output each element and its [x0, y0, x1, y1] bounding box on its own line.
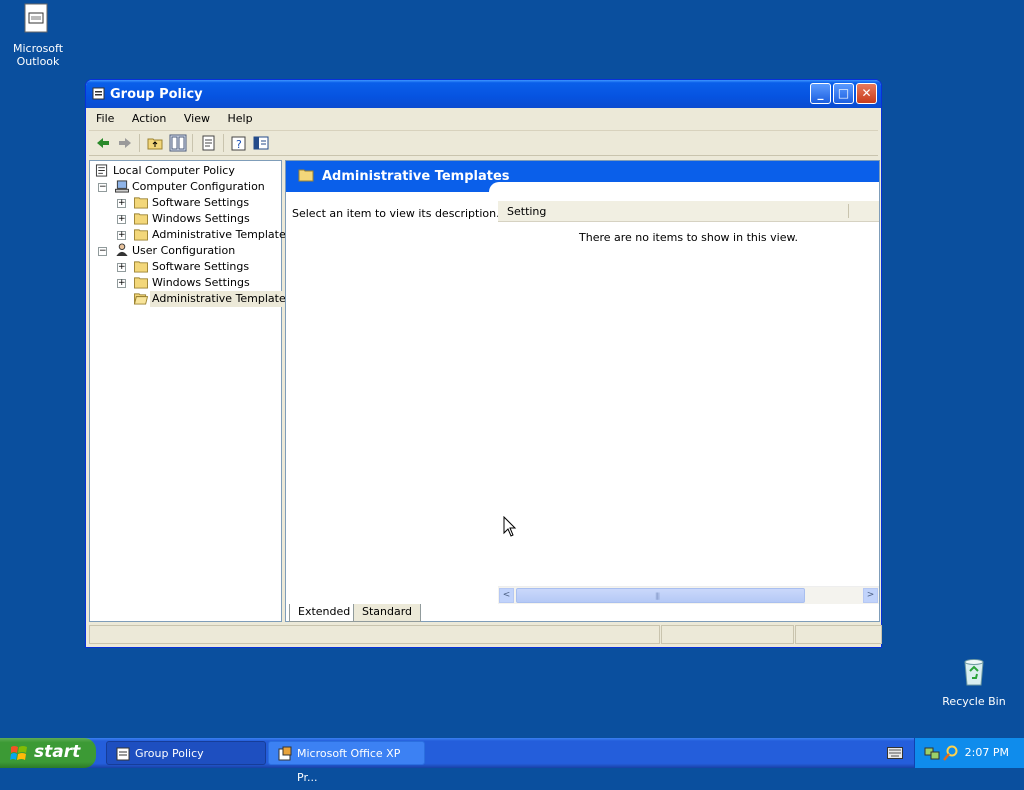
column-header-setting[interactable]: Setting: [507, 205, 546, 218]
folder-icon: [134, 197, 148, 209]
expand-toggle[interactable]: +: [117, 231, 126, 240]
tree-label: Administrative Templates: [152, 228, 292, 241]
folder-icon: [298, 169, 314, 182]
menu-view[interactable]: View: [177, 108, 217, 125]
keyboard-icon[interactable]: [887, 747, 903, 759]
details-pane: Administrative Templates Select an item …: [285, 160, 880, 622]
back-arrow-icon[interactable]: [94, 134, 112, 152]
banner-title: Administrative Templates: [322, 169, 510, 184]
menu-file[interactable]: File: [89, 108, 121, 125]
toolbar-separator: [223, 134, 224, 152]
desktop-icon-outlook[interactable]: Microsoft Outlook: [0, 3, 76, 68]
network-icon[interactable]: [924, 745, 940, 761]
expand-toggle[interactable]: +: [117, 199, 126, 208]
empty-list-message: There are no items to show in this view.: [579, 231, 798, 244]
expand-toggle[interactable]: +: [117, 263, 126, 272]
start-button[interactable]: start: [0, 738, 96, 768]
menu-bar: File Action View Help: [89, 108, 878, 131]
windows-logo-icon: [10, 746, 27, 760]
close-button[interactable]: ✕: [856, 83, 877, 104]
column-divider[interactable]: [848, 204, 849, 218]
mouse-cursor-icon: [503, 516, 517, 537]
task-label: Microsoft Office XP Pr...: [297, 747, 401, 784]
up-folder-icon[interactable]: [146, 134, 164, 152]
minimize-button[interactable]: _: [810, 83, 831, 104]
title-bar[interactable]: Group Policy _ □ ✕: [86, 80, 881, 108]
tree-label: User Configuration: [132, 244, 236, 257]
help-icon[interactable]: ?: [230, 134, 248, 152]
horizontal-scrollbar[interactable]: < ||| >: [498, 586, 879, 604]
desktop-icon-recycle-bin[interactable]: Recycle Bin: [936, 656, 1012, 708]
task-label: Group Policy: [135, 747, 204, 760]
status-panel: [661, 625, 794, 644]
tree-label: Computer Configuration: [132, 180, 265, 193]
recycle-bin-icon: [964, 659, 984, 686]
maximize-button[interactable]: □: [833, 83, 854, 104]
status-panel: [795, 625, 882, 644]
export-list-icon[interactable]: [200, 134, 218, 152]
window-title: Group Policy: [110, 87, 203, 102]
tab-extended[interactable]: Extended: [289, 604, 360, 622]
scroll-right-button[interactable]: >: [863, 588, 878, 603]
menu-help[interactable]: Help: [220, 108, 259, 125]
computer-icon: [115, 180, 129, 193]
taskbar: start Group Policy Microsoft Office XP P…: [0, 738, 1024, 784]
policy-icon: [95, 164, 108, 177]
details-banner: Administrative Templates: [286, 161, 879, 192]
tree-label: Administrative Templates: [150, 291, 294, 307]
group-policy-icon: [116, 747, 130, 761]
scroll-left-button[interactable]: <: [499, 588, 514, 603]
desktop-icon-label: Microsoft Outlook: [12, 42, 64, 68]
clock[interactable]: 2:07 PM: [965, 746, 1009, 759]
tree-label: Local Computer Policy: [113, 164, 235, 177]
menu-action[interactable]: Action: [125, 108, 173, 125]
expand-toggle[interactable]: +: [117, 279, 126, 288]
user-icon: [116, 243, 128, 256]
folder-icon: [134, 261, 148, 273]
desktop-icon-label: Recycle Bin: [942, 695, 1006, 708]
status-bar: [89, 625, 882, 645]
folder-icon: [134, 277, 148, 289]
expand-toggle[interactable]: +: [117, 215, 126, 224]
svg-text:?: ?: [236, 138, 242, 151]
show-hide-tree-icon[interactable]: [169, 134, 187, 152]
search-icon[interactable]: [943, 745, 959, 761]
system-tray: 2:07 PM: [914, 738, 1024, 768]
taskbar-button-office-xp[interactable]: Microsoft Office XP Pr...: [268, 741, 425, 784]
folder-icon: [134, 229, 148, 241]
collapse-toggle[interactable]: −: [98, 183, 107, 192]
toolbar-separator: [139, 134, 140, 152]
banner-curve: [489, 182, 879, 192]
tab-standard[interactable]: Standard: [353, 604, 422, 622]
tree-label: Software Settings: [152, 260, 250, 273]
tree-label: Windows Settings: [152, 212, 250, 225]
group-policy-window: Group Policy _ □ ✕ File Action View Help: [85, 79, 882, 648]
open-folder-icon: [133, 293, 149, 305]
tree-pane: Local Computer Policy − Computer Configu…: [89, 160, 294, 622]
group-policy-icon: [92, 87, 105, 100]
scroll-thumb[interactable]: |||: [516, 588, 805, 603]
view-tabs: Extended Standard: [285, 604, 880, 623]
outlook-shortcut-icon: [24, 3, 48, 33]
tree-label: Software Settings: [152, 196, 250, 209]
forward-arrow-icon[interactable]: [116, 134, 134, 152]
start-label: start: [34, 742, 81, 762]
tree-label: Windows Settings: [152, 276, 250, 289]
taskbar-button-group-policy[interactable]: Group Policy: [106, 741, 266, 765]
folder-icon: [134, 213, 148, 225]
description-text: Select an item to view its description.: [292, 207, 500, 220]
installer-icon: [278, 746, 292, 761]
toolbar-separator: [192, 134, 193, 152]
collapse-toggle[interactable]: −: [98, 247, 107, 256]
list-header: Setting: [498, 201, 879, 222]
toolbar: ?: [89, 131, 878, 156]
properties-icon[interactable]: [252, 134, 270, 152]
status-panel: [89, 625, 660, 644]
